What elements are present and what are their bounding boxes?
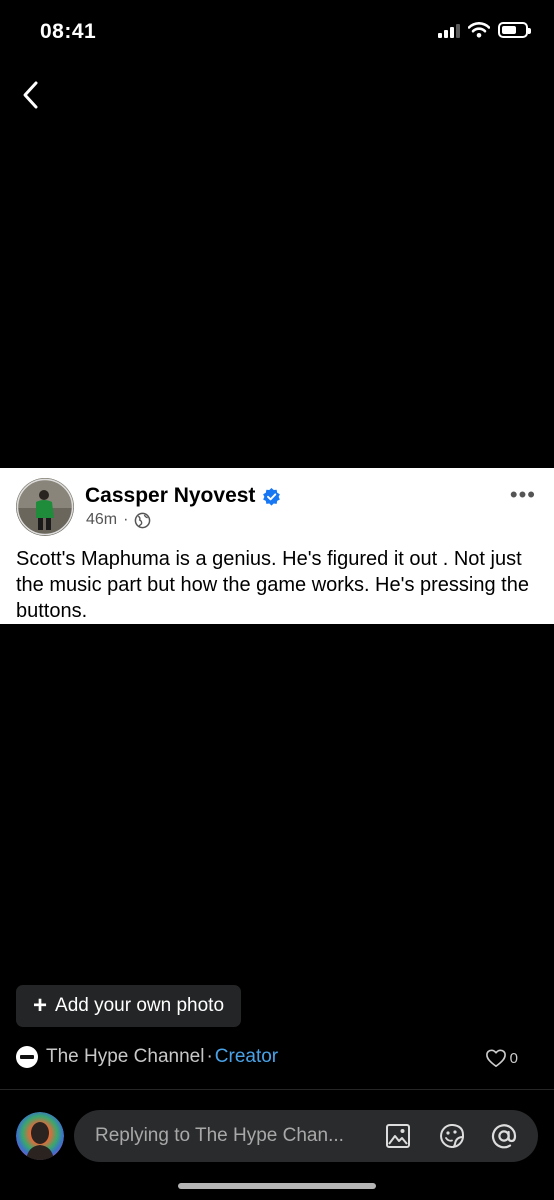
- battery-icon: [498, 22, 531, 38]
- page-separator: ·: [206, 1046, 213, 1067]
- add-photo-label: Add your own photo: [55, 995, 225, 1016]
- author-avatar[interactable]: [16, 478, 74, 536]
- back-chevron-icon[interactable]: [16, 78, 46, 112]
- meta-separator: ·: [123, 511, 129, 528]
- my-avatar[interactable]: [16, 1112, 64, 1160]
- page-row: The Hype Channel · Creator: [16, 1046, 278, 1068]
- post-text: Scott's Maphuma is a genius. He's figure…: [16, 548, 529, 622]
- like-button[interactable]: 0: [485, 1048, 518, 1068]
- comment-placeholder: Replying to The Hype Chan...: [95, 1125, 344, 1146]
- wifi-icon: [468, 22, 490, 38]
- verified-badge-icon: [263, 487, 281, 506]
- post-time[interactable]: 46m: [86, 511, 117, 529]
- page-name[interactable]: The Hype Channel: [46, 1046, 204, 1068]
- page-logo-icon[interactable]: [16, 1046, 38, 1068]
- heart-icon: [485, 1049, 506, 1067]
- divider: [0, 1089, 554, 1090]
- creator-label: Creator: [214, 1046, 279, 1067]
- image-icon[interactable]: [384, 1122, 412, 1150]
- home-indicator: [178, 1183, 376, 1189]
- sticker-icon[interactable]: [438, 1122, 466, 1150]
- mention-icon[interactable]: [490, 1122, 518, 1150]
- author-name[interactable]: Cassper Nyovest: [85, 484, 255, 508]
- post-card: Cassper Nyovest 46m · ••• Scott's Maphum…: [0, 468, 554, 624]
- post-meta: 46m ·: [86, 511, 151, 529]
- status-icons: [438, 22, 531, 38]
- like-count: 0: [509, 1049, 518, 1067]
- add-photo-button[interactable]: + Add your own photo: [16, 985, 242, 1027]
- globe-icon: [135, 512, 151, 528]
- signal-icon: [438, 22, 460, 38]
- author-row: Cassper Nyovest: [85, 484, 281, 508]
- plus-icon: +: [33, 992, 48, 1019]
- more-options-button[interactable]: •••: [510, 482, 536, 508]
- status-time: 08:41: [40, 20, 97, 43]
- comment-input[interactable]: Replying to The Hype Chan...: [74, 1110, 538, 1162]
